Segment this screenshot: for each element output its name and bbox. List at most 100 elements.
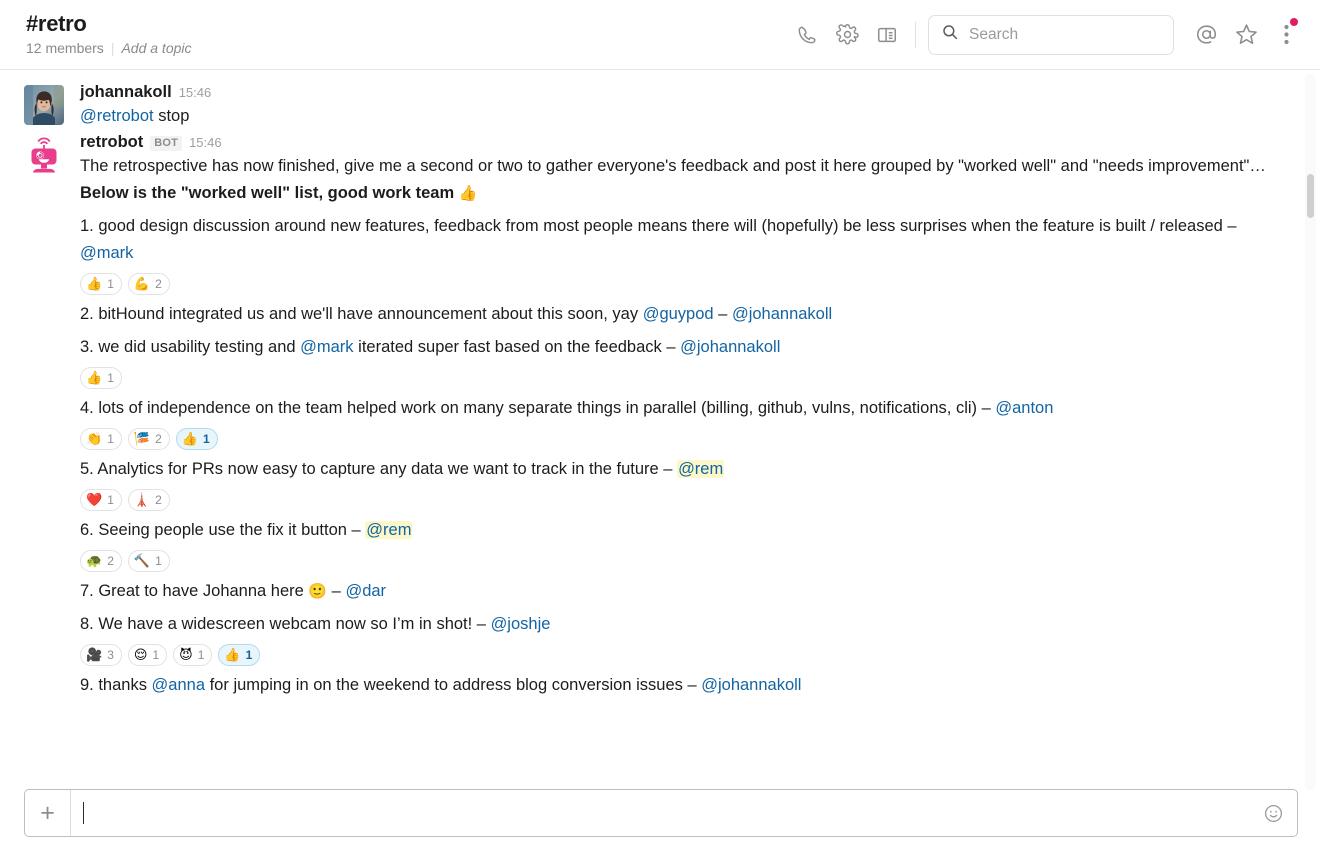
- user-mention[interactable]: @johannakoll: [732, 305, 832, 323]
- message-input[interactable]: [71, 790, 1249, 836]
- list-item: 6. Seeing people use the fix it button –…: [80, 517, 1280, 544]
- thumbsup-reaction[interactable]: 👍 1: [80, 367, 122, 389]
- user-mention[interactable]: @mark: [80, 244, 133, 262]
- muscle-reaction[interactable]: 💪 2: [127, 273, 170, 295]
- heart-reaction[interactable]: ❤️ 1: [80, 489, 122, 511]
- user-mention[interactable]: @retrobot: [80, 107, 154, 125]
- list-item: 9. thanks @anna for jumping in on the we…: [80, 672, 1280, 699]
- message-text: Below is the "worked well" list, good wo…: [80, 184, 459, 202]
- self-mention[interactable]: @rem: [365, 521, 413, 539]
- reaction-emoji: 🐢: [86, 553, 103, 569]
- reaction-bar: 🐢 2 🔨 1: [80, 550, 1280, 572]
- hammer-reaction[interactable]: 🔨 1: [127, 550, 170, 572]
- bot-badge: BOT: [150, 136, 183, 151]
- reaction-count: 1: [155, 554, 162, 568]
- list-item: 2. bitHound integrated us and we'll have…: [80, 301, 1280, 328]
- user-mention[interactable]: @mark: [300, 338, 353, 356]
- star-icon[interactable]: [1226, 15, 1266, 55]
- thumbsup-reaction[interactable]: 👍 1: [218, 644, 261, 666]
- clap-reaction[interactable]: 👏 1: [80, 428, 122, 450]
- carp-streamer-reaction[interactable]: 🎏 2: [127, 428, 170, 450]
- reaction-emoji: 🗼: [133, 492, 151, 508]
- message: retrobot BOT 15:46 The retrospective has no…: [24, 132, 1280, 699]
- imp-reaction[interactable]: 😈 1: [173, 644, 213, 666]
- scrollbar-track[interactable]: [1305, 74, 1316, 790]
- composer-area: +: [0, 789, 1320, 859]
- header-divider: [915, 21, 916, 48]
- user-mention[interactable]: @dar: [345, 582, 386, 600]
- message-text: iterated super fast based on the feedbac…: [353, 338, 681, 356]
- user-mention[interactable]: @johannakoll: [680, 338, 780, 356]
- list-item: 5. Analytics for PRs now easy to capture…: [80, 456, 1280, 483]
- user-mention[interactable]: @anna: [152, 676, 205, 694]
- phone-icon[interactable]: [787, 15, 827, 55]
- reaction-emoji: 😈: [179, 647, 193, 663]
- message-paragraph: Below is the "worked well" list, good wo…: [80, 180, 1280, 207]
- slack-window: #retro 12 members | Add a topic Search j…: [0, 0, 1320, 859]
- message-body: retrobot BOT 15:46 The retrospective has no…: [80, 132, 1280, 699]
- turtle-reaction[interactable]: 🐢 2: [80, 550, 122, 572]
- reaction-count: 2: [155, 493, 162, 507]
- scrollbar-thumb[interactable]: [1305, 172, 1316, 220]
- reaction-count: 2: [107, 554, 114, 568]
- subtitle-divider: |: [110, 40, 115, 56]
- message-text: –: [327, 582, 346, 600]
- message-list[interactable]: johannakoll 15:46 @retrobot stop retrobot BO…: [0, 70, 1320, 789]
- thumbsup-reaction[interactable]: 👍 1: [80, 273, 122, 295]
- message-text: The retrospective has now finished, give…: [80, 157, 1266, 175]
- add-attachment-button[interactable]: +: [25, 790, 71, 836]
- reaction-count: 1: [152, 648, 160, 662]
- user-mention[interactable]: @guypod: [643, 305, 714, 323]
- message-text: –: [713, 305, 732, 323]
- member-count[interactable]: 12 members: [26, 38, 104, 58]
- kebab-icon[interactable]: [1266, 15, 1306, 55]
- message-paragraph: The retrospective has now finished, give…: [80, 153, 1280, 180]
- message-timestamp[interactable]: 15:46: [179, 85, 212, 100]
- message-text: 4. lots of independence on the team help…: [80, 399, 996, 417]
- slightly-smiling-emoji: 🙂: [308, 582, 328, 600]
- smiley-icon[interactable]: [1249, 790, 1297, 836]
- message-text: 5. Analytics for PRs now easy to capture…: [80, 460, 678, 478]
- message-text: 8. We have a widescreen webcam now so I’…: [80, 615, 491, 633]
- message-composer[interactable]: +: [24, 789, 1298, 837]
- at-icon[interactable]: [1186, 15, 1226, 55]
- message: johannakoll 15:46 @retrobot stop: [24, 82, 1280, 130]
- avatar[interactable]: [24, 135, 64, 175]
- user-mention[interactable]: @johannakoll: [701, 676, 801, 694]
- reaction-emoji: 🎏: [133, 431, 151, 447]
- message-body: johannakoll 15:46 @retrobot stop: [80, 82, 1280, 130]
- reaction-count: 1: [245, 648, 253, 662]
- reaction-bar: 👏 1 🎏 2 👍 1: [80, 428, 1280, 450]
- tokyo-tower-reaction[interactable]: 🗼 2: [127, 489, 170, 511]
- list-item: 4. lots of independence on the team help…: [80, 395, 1280, 422]
- self-mention[interactable]: @rem: [677, 460, 725, 478]
- movie-camera-reaction[interactable]: 🎥 3: [80, 644, 122, 666]
- header-actions: Search: [787, 14, 1306, 55]
- add-topic-link[interactable]: Add a topic: [121, 38, 191, 58]
- thumbsup-reaction[interactable]: 👍 1: [175, 428, 218, 450]
- reaction-count: 1: [197, 648, 205, 662]
- user-mention[interactable]: @anton: [995, 399, 1053, 417]
- channel-header: #retro 12 members | Add a topic Search: [0, 0, 1320, 70]
- reaction-count: 1: [107, 277, 114, 291]
- message-timestamp[interactable]: 15:46: [189, 135, 222, 150]
- reaction-count: 2: [155, 432, 162, 446]
- user-mention[interactable]: @joshje: [491, 615, 551, 633]
- avatar[interactable]: [24, 85, 64, 125]
- page-title[interactable]: #retro: [26, 11, 192, 37]
- reaction-count: 1: [107, 493, 114, 507]
- gear-icon[interactable]: [827, 15, 867, 55]
- message-author[interactable]: retrobot: [80, 133, 143, 152]
- search-placeholder: Search: [969, 25, 1019, 43]
- reaction-emoji: 👍: [86, 370, 103, 386]
- panel-icon[interactable]: [867, 15, 907, 55]
- search-input[interactable]: Search: [928, 14, 1174, 55]
- reaction-emoji: 👏: [86, 431, 103, 447]
- message-header: retrobot BOT 15:46: [80, 133, 1280, 152]
- message-text: 2. bitHound integrated us and we'll have…: [80, 305, 643, 323]
- relieved-reaction[interactable]: 😌 1: [127, 644, 168, 666]
- search-icon: [941, 23, 959, 46]
- reaction-emoji: 👍: [86, 276, 103, 292]
- reaction-emoji: 🎥: [86, 647, 103, 663]
- message-author[interactable]: johannakoll: [80, 83, 172, 102]
